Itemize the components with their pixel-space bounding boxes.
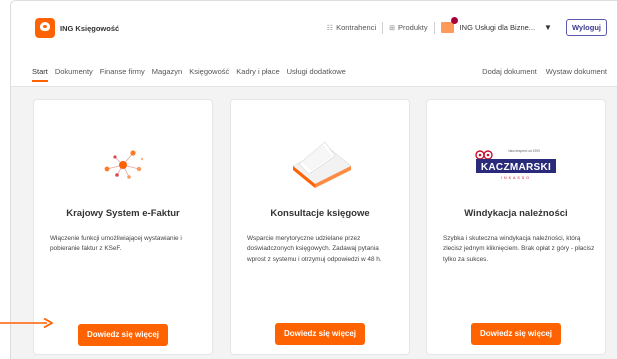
chevron-down-icon: ▼ [544, 23, 552, 32]
annotation-arrow-icon [0, 318, 53, 328]
issue-document-link[interactable]: Wystaw dokument [546, 67, 607, 76]
divider [433, 21, 435, 34]
app-name: ING Księgowość [60, 23, 120, 33]
card-title: Krajowy System e-Faktur [66, 208, 180, 219]
add-document-link[interactable]: Dodaj dokument [482, 67, 537, 76]
tab-additional-services[interactable]: Usługi dodatkowe [287, 67, 346, 76]
learn-more-button[interactable]: Dowiedz się więcej [470, 323, 562, 345]
service-card-accounting-consultations: Konsultacje księgowe Wsparcie merytorycz… [230, 99, 410, 355]
organization-selector[interactable]: ING Usługi dla Bizne... ▼ [440, 17, 552, 33]
service-card-debt-collection: Nasi eksperci od 1993 KACZMARSKI INKASSO… [426, 99, 606, 355]
documents-stack-icon [231, 108, 409, 218]
organization-icon [440, 17, 458, 33]
tab-warehouse[interactable]: Magazyn [152, 67, 182, 76]
tab-start[interactable]: Start [32, 67, 48, 82]
organization-name: ING Usługi dla Bizne... [459, 23, 536, 32]
tab-documents[interactable]: Dokumenty [55, 67, 93, 76]
learn-more-button[interactable]: Dowiedz się więcej [77, 324, 169, 346]
app-window: ING Księgowość ☷ Kontrahenci ⊞ Produkty … [10, 0, 617, 359]
logo-subtext: INKASSO [501, 176, 531, 180]
products-link[interactable]: ⊞ Produkty [389, 23, 427, 32]
brand[interactable]: ING Księgowość [35, 18, 119, 38]
card-description: Szybka i skuteczna windykacja należności… [443, 235, 595, 263]
ing-lion-logo-icon [35, 18, 55, 38]
tab-hr-payroll[interactable]: Kadry i płace [236, 67, 279, 76]
card-description: Włączenie funkcji umożliwiającej wystawi… [50, 235, 182, 253]
learn-more-button[interactable]: Dowiedz się więcej [274, 323, 366, 345]
divider [382, 21, 384, 34]
logout-button[interactable]: Wyloguj [565, 19, 607, 36]
card-title: Windykacja należności [464, 208, 568, 219]
main-nav: Start Dokumenty Finanse firmy Magazyn Ks… [32, 67, 607, 82]
card-title: Konsultacje księgowe [270, 208, 370, 219]
network-nodes-icon [34, 108, 212, 218]
app-header: ING Księgowość ☷ Kontrahenci ⊞ Produkty … [11, 1, 617, 87]
logo-text: KACZMARSKI [481, 162, 551, 173]
contractors-label: Kontrahenci [336, 23, 377, 32]
nav-actions: Dodaj dokument Wystaw dokument [482, 67, 607, 76]
top-right-menu: ☷ Kontrahenci ⊞ Produkty ING Usługi dla … [327, 17, 607, 36]
grid-icon: ⊞ [389, 24, 395, 32]
service-card-ksef: Krajowy System e-Faktur Włączenie funkcj… [33, 99, 213, 355]
logo-tagline: Nasi eksperci od 1993 [508, 149, 540, 153]
tab-company-finance[interactable]: Finanse firmy [100, 67, 145, 76]
products-label: Produkty [397, 23, 428, 32]
contacts-icon: ☷ [326, 24, 334, 32]
tab-accounting[interactable]: Księgowość [189, 67, 229, 76]
contractors-link[interactable]: ☷ Kontrahenci [327, 23, 376, 32]
kaczmarski-logo: Nasi eksperci od 1993 KACZMARSKI INKASSO [427, 108, 605, 218]
card-description: Wsparcie merytoryczne udzielane przez do… [247, 235, 382, 263]
